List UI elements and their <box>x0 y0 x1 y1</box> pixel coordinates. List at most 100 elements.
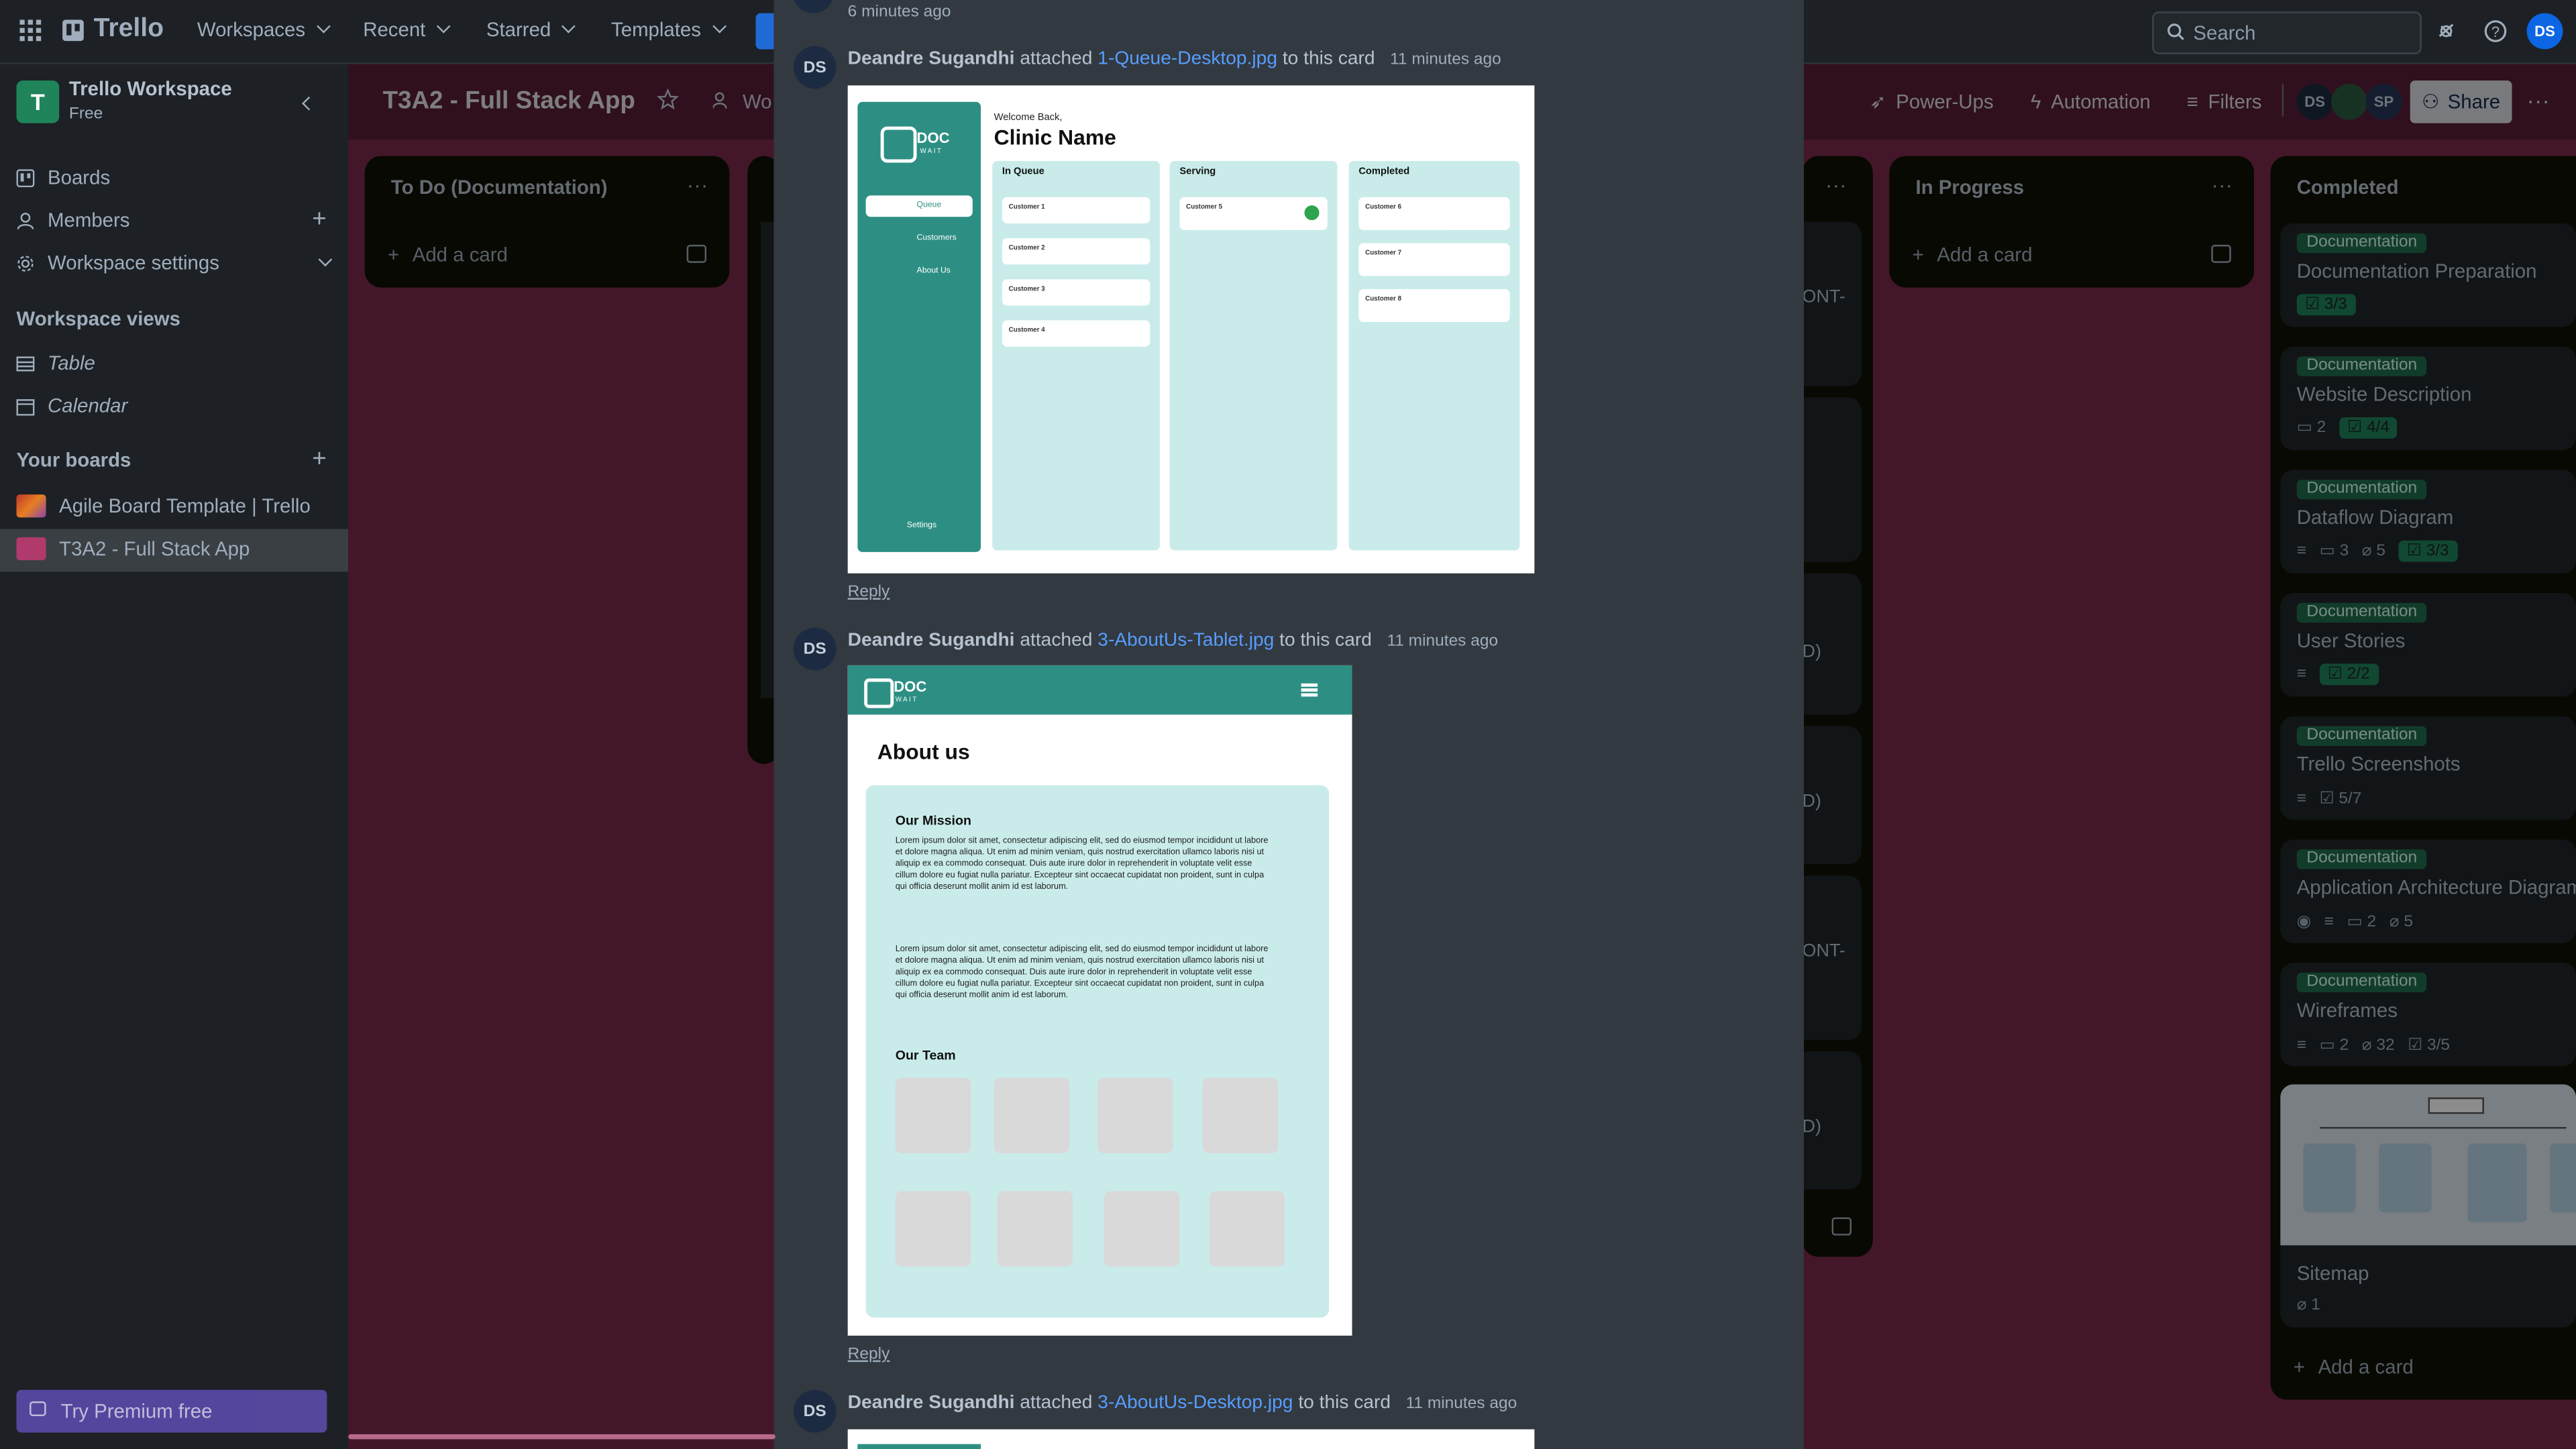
column-title: In Queue <box>1002 167 1044 178</box>
add-member-icon[interactable]: + <box>312 205 326 233</box>
customer-card: Customer 3 <box>1002 279 1150 306</box>
templates-menu[interactable]: Templates <box>611 17 727 42</box>
team-photo-placeholder <box>1104 1191 1180 1267</box>
create-button[interactable] <box>755 13 775 50</box>
nav-label: About Us <box>916 266 951 276</box>
brand-text: DOC <box>894 678 927 695</box>
sidebar-item-label: Calendar <box>48 394 128 418</box>
board-scrollbar[interactable] <box>348 1434 775 1440</box>
workspace-name[interactable]: Trello Workspace <box>69 77 232 100</box>
calendar-icon <box>16 398 35 415</box>
activity-time[interactable]: 11 minutes ago <box>1387 633 1498 651</box>
attachment-preview-queue[interactable]: DOC WAIT Queue Customers About Us Settin… <box>847 85 1535 574</box>
nav-label: Customers <box>916 233 957 244</box>
activity-time[interactable]: 11 minutes ago <box>1406 1395 1517 1413</box>
sidebar-item-table[interactable]: Table <box>16 352 95 374</box>
sidebar-item-workspace-settings[interactable]: Workspace settings <box>16 252 219 274</box>
about-content-panel: Our Mission Lorem ipsum dolor sit amet, … <box>865 785 1330 1318</box>
customer-card: Customer 6 <box>1358 197 1510 230</box>
starred-menu[interactable]: Starred <box>486 17 576 42</box>
sidebar-item-members[interactable]: Members <box>16 209 130 232</box>
checkmark-icon <box>1304 205 1320 221</box>
team-photo-placeholder <box>997 1191 1073 1267</box>
sidebar-item-calendar[interactable]: Calendar <box>16 394 127 417</box>
activity-user[interactable]: Deandre Sugandhi <box>848 49 1015 68</box>
lorem-paragraph: Lorem ipsum dolor sit amet, consectetur … <box>895 945 1269 1001</box>
activity-suffix: to this card <box>1298 1393 1391 1413</box>
avatar[interactable]: DS <box>793 46 837 89</box>
workspace-sidebar: T Trello Workspace Free Boards Members +… <box>0 64 349 1449</box>
activity-verb: attached <box>1020 49 1093 69</box>
activity-verb: attached <box>1020 1393 1093 1413</box>
welcome-text: Welcome Back, <box>994 113 1063 123</box>
customer-name: Customer 7 <box>1365 248 1402 257</box>
search-input[interactable]: Search <box>2152 11 2422 54</box>
customer-card: Customer 7 <box>1358 243 1510 276</box>
chevron-down-icon <box>712 19 727 34</box>
team-photo-placeholder <box>895 1077 971 1154</box>
chevron-down-icon <box>436 19 451 34</box>
queue-column: In Queue Customer 1 Customer 2 Customer … <box>992 161 1160 551</box>
activity-entry: Deandre Sugandhi attached 3-AboutUs-Tabl… <box>848 631 1498 650</box>
customer-name: Customer 1 <box>1008 202 1045 211</box>
avatar <box>793 0 833 13</box>
trello-logo[interactable]: Trello <box>62 15 164 44</box>
notifications-icon[interactable] <box>2434 19 2457 42</box>
nav-label: Queue <box>916 200 942 211</box>
reply-link[interactable]: Reply <box>848 1346 890 1364</box>
collapse-sidebar-button[interactable] <box>292 89 325 121</box>
chevron-down-icon[interactable] <box>318 252 333 267</box>
customer-name: Customer 5 <box>1186 202 1223 211</box>
try-premium-button[interactable]: Try Premium free <box>16 1389 327 1433</box>
sidebar-board-agile[interactable]: Agile Board Template | Trello <box>16 494 311 518</box>
premium-label: Try Premium free <box>60 1399 213 1423</box>
attachment-link[interactable]: 3-AboutUs-Tablet.jpg <box>1097 631 1274 650</box>
column-title: Completed <box>1358 167 1410 178</box>
customer-name: Customer 3 <box>1008 284 1045 292</box>
team-photo-placeholder <box>1209 1191 1285 1267</box>
table-icon <box>16 356 35 371</box>
nav-label: Settings <box>906 521 937 531</box>
avatar[interactable]: DS <box>793 627 837 671</box>
attachment-preview-about-tablet[interactable]: DOC WAIT About us Our Mission Lorem ipsu… <box>847 665 1352 1336</box>
workspaces-menu[interactable]: Workspaces <box>197 18 331 41</box>
sidebar-item-label: Members <box>48 209 130 232</box>
avatar[interactable]: DS <box>793 1389 837 1433</box>
clinic-name: Clinic Name <box>994 125 1116 150</box>
user-avatar[interactable]: DS <box>2526 13 2563 50</box>
boards-icon <box>16 168 35 186</box>
customer-card: Customer 1 <box>1002 197 1150 224</box>
activity-user[interactable]: Deandre Sugandhi <box>848 631 1015 650</box>
activity-time[interactable]: 11 minutes ago <box>1390 51 1501 69</box>
activity-entry: Deandre Sugandhi attached 1-Queue-Deskto… <box>848 49 1501 68</box>
activity-user[interactable]: Deandre Sugandhi <box>848 1393 1015 1413</box>
sidebar-item-boards[interactable]: Boards <box>16 166 110 189</box>
starred-label: Starred <box>486 17 551 42</box>
attachment-link[interactable]: 1-Queue-Desktop.jpg <box>1097 49 1277 68</box>
customer-name: Customer 8 <box>1365 294 1402 303</box>
logo-cross-icon <box>880 126 917 163</box>
chevron-down-icon <box>561 19 576 34</box>
logo-cross-icon <box>864 678 894 708</box>
templates-label: Templates <box>611 17 701 42</box>
recent-menu[interactable]: Recent <box>363 18 451 41</box>
reply-link[interactable]: Reply <box>848 583 890 601</box>
brand-subtext: WAIT <box>920 146 943 155</box>
apps-grid-icon[interactable] <box>19 19 42 42</box>
logo-text: Trello <box>93 15 164 43</box>
board-thumbnail <box>16 537 46 561</box>
attachment-link[interactable]: 3-AboutUs-Desktop.jpg <box>1097 1393 1293 1413</box>
sidebar-item-label: T3A2 - Full Stack App <box>59 537 250 561</box>
customer-card: Customer 5 <box>1179 197 1328 230</box>
about-heading: About us <box>877 739 970 764</box>
sidebar-board-t3a2[interactable]: T3A2 - Full Stack App <box>16 537 250 561</box>
completed-column: Completed Customer 6 Customer 7 Customer… <box>1348 161 1520 551</box>
sidebar-item-label: Workspace settings <box>48 251 219 274</box>
add-board-icon[interactable]: + <box>312 445 326 474</box>
customer-name: Customer 6 <box>1365 202 1402 211</box>
board-thumbnail <box>16 494 46 518</box>
help-icon[interactable]: ? <box>2484 19 2507 42</box>
attachment-preview-about-desktop[interactable] <box>847 1429 1535 1449</box>
premium-icon <box>30 1401 46 1417</box>
activity-verb: attached <box>1020 631 1093 651</box>
